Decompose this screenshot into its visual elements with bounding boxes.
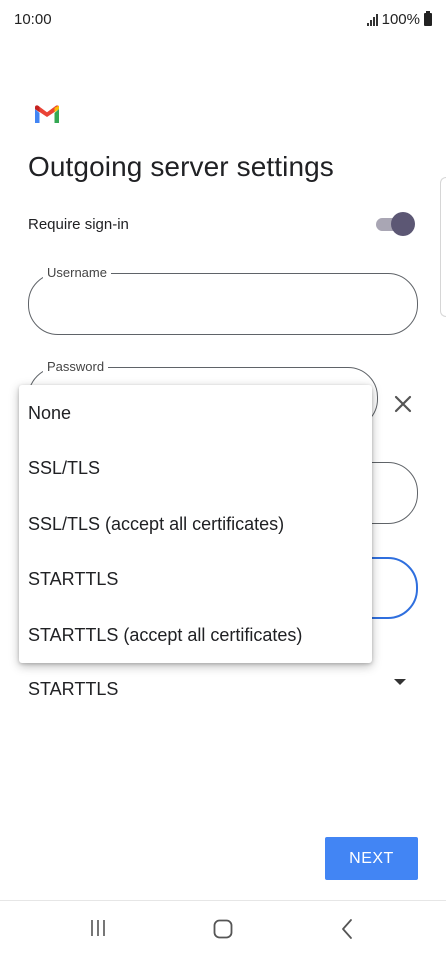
scroll-indicator <box>440 177 446 317</box>
menu-item-ssl-tls[interactable]: SSL/TLS <box>19 440 372 496</box>
security-dropdown-menu: None SSL/TLS SSL/TLS (accept all certifi… <box>19 385 372 663</box>
username-field[interactable]: Username <box>28 265 418 335</box>
menu-item-none[interactable]: None <box>19 385 372 441</box>
dropdown-caret-icon[interactable] <box>394 679 406 685</box>
clear-icon[interactable] <box>392 393 414 415</box>
battery-icon <box>424 11 432 26</box>
require-signin-toggle[interactable] <box>376 211 415 237</box>
status-indicators: 100% <box>366 11 432 28</box>
recents-icon[interactable] <box>89 919 107 937</box>
gmail-logo <box>35 105 59 123</box>
signal-icon <box>366 13 378 26</box>
status-time: 10:00 <box>14 11 52 28</box>
battery-percent: 100% <box>381 11 420 28</box>
menu-item-starttls-accept-all[interactable]: STARTTLS (accept all certificates) <box>19 607 372 663</box>
username-label: Username <box>43 265 111 280</box>
page-title: Outgoing server settings <box>28 151 334 182</box>
security-selected-value[interactable]: STARTTLS <box>28 679 118 700</box>
navigation-bar <box>0 900 446 956</box>
menu-item-starttls[interactable]: STARTTLS <box>19 551 372 607</box>
toggle-thumb <box>391 212 415 236</box>
require-signin-label: Require sign-in <box>28 216 129 233</box>
back-icon[interactable] <box>340 918 354 940</box>
home-icon[interactable] <box>213 919 233 939</box>
next-button[interactable]: NEXT <box>325 837 418 880</box>
status-bar: 10:00 100% <box>0 0 446 40</box>
password-label: Password <box>43 359 109 374</box>
menu-item-ssl-tls-accept-all[interactable]: SSL/TLS (accept all certificates) <box>19 496 372 552</box>
